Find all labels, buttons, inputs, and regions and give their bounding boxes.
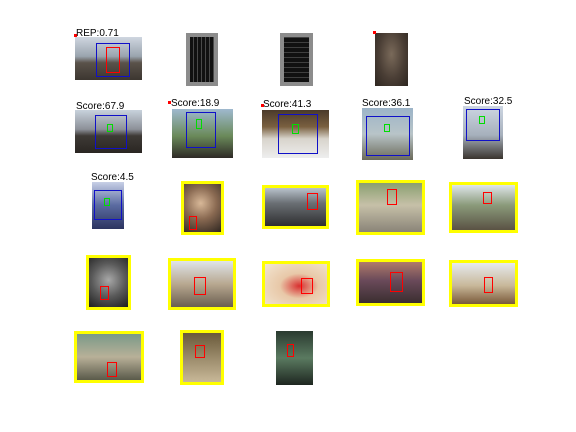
score-label: Score:4.5 (91, 172, 134, 183)
score-label: Score:67.9 (76, 101, 125, 112)
hog-part-filters (280, 33, 313, 86)
false-positive-thumbnail (262, 185, 329, 229)
false-positive-thumbnail (74, 331, 144, 383)
false-positive-thumbnail (356, 180, 425, 235)
detection-thumbnail (262, 110, 329, 158)
false-positive-thumbnail (356, 259, 425, 306)
score-label: Score:18.9 (171, 98, 220, 109)
score-label: Score:36.1 (362, 98, 411, 109)
detection-thumbnail (172, 109, 233, 158)
false-positive-thumbnail (180, 330, 224, 385)
false-positive-thumbnail (449, 260, 518, 307)
detection-results-figure: REP:0.71 Score:67.9 Score:18.9 Score:41.… (0, 0, 576, 432)
score-marker (261, 104, 264, 107)
score-label: Score:41.3 (263, 99, 312, 110)
detection-thumbnail (362, 108, 413, 160)
false-positive-thumbnail (449, 182, 518, 233)
model-anchor-marker (373, 31, 376, 34)
detection-thumbnail (92, 182, 124, 229)
score-label: Score:32.5 (464, 96, 513, 107)
detection-thumbnail (463, 106, 503, 159)
detection-thumbnail (75, 110, 142, 153)
detection-thumbnail (276, 331, 313, 385)
false-positive-thumbnail (262, 261, 330, 307)
score-marker (168, 101, 171, 104)
deformation-model (375, 33, 408, 86)
false-positive-thumbnail (168, 258, 236, 310)
false-positive-thumbnail (86, 255, 131, 310)
rep-label: REP:0.71 (76, 28, 119, 39)
rep-thumbnail (75, 37, 142, 80)
false-positive-thumbnail (181, 181, 224, 235)
hog-root-filter (186, 33, 218, 86)
